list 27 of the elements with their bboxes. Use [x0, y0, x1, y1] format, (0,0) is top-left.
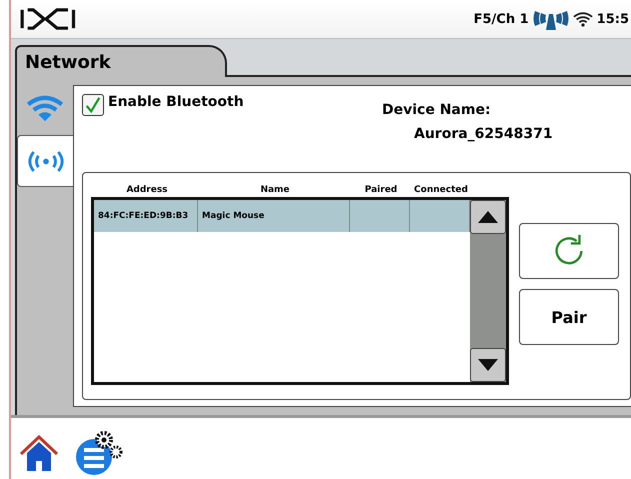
device-name-value: Aurora_62548371	[414, 126, 553, 142]
antenna-icon	[532, 8, 569, 30]
broadcast-icon	[26, 148, 64, 174]
channel-label: F5/Ch 1	[474, 12, 529, 26]
menu-settings-icon[interactable]	[75, 430, 125, 476]
down-arrow-icon	[478, 359, 498, 371]
checkbox-label: Enable Bluetooth	[108, 94, 244, 110]
home-icon[interactable]	[19, 432, 59, 472]
wifi-icon	[26, 95, 64, 123]
side-tab[interactable]	[17, 135, 73, 187]
table-cell: Magic Mouse	[202, 211, 264, 221]
table-row[interactable]: 84:FC:FE:ED:9B:B3 Magic Mouse	[94, 200, 470, 232]
table-cell: 84:FC:FE:ED:9B:B3	[98, 211, 188, 221]
clock: 15:5	[596, 12, 629, 26]
refresh-button[interactable]	[519, 223, 619, 279]
scroll-up-button[interactable]	[470, 200, 506, 234]
checkbox[interactable]	[82, 94, 104, 116]
column-header: Address	[125, 185, 169, 195]
pair-button[interactable]: Pair	[519, 289, 619, 345]
column-header: Name	[259, 185, 291, 195]
device-name-label: Device Name:	[382, 102, 492, 118]
column-header: Connected	[413, 185, 469, 195]
up-arrow-icon	[478, 211, 498, 223]
wifi-icon	[572, 10, 593, 28]
page-tab[interactable]: Network	[15, 45, 227, 77]
column-header: Paired	[364, 185, 398, 195]
scroll-down-button[interactable]	[470, 348, 506, 382]
